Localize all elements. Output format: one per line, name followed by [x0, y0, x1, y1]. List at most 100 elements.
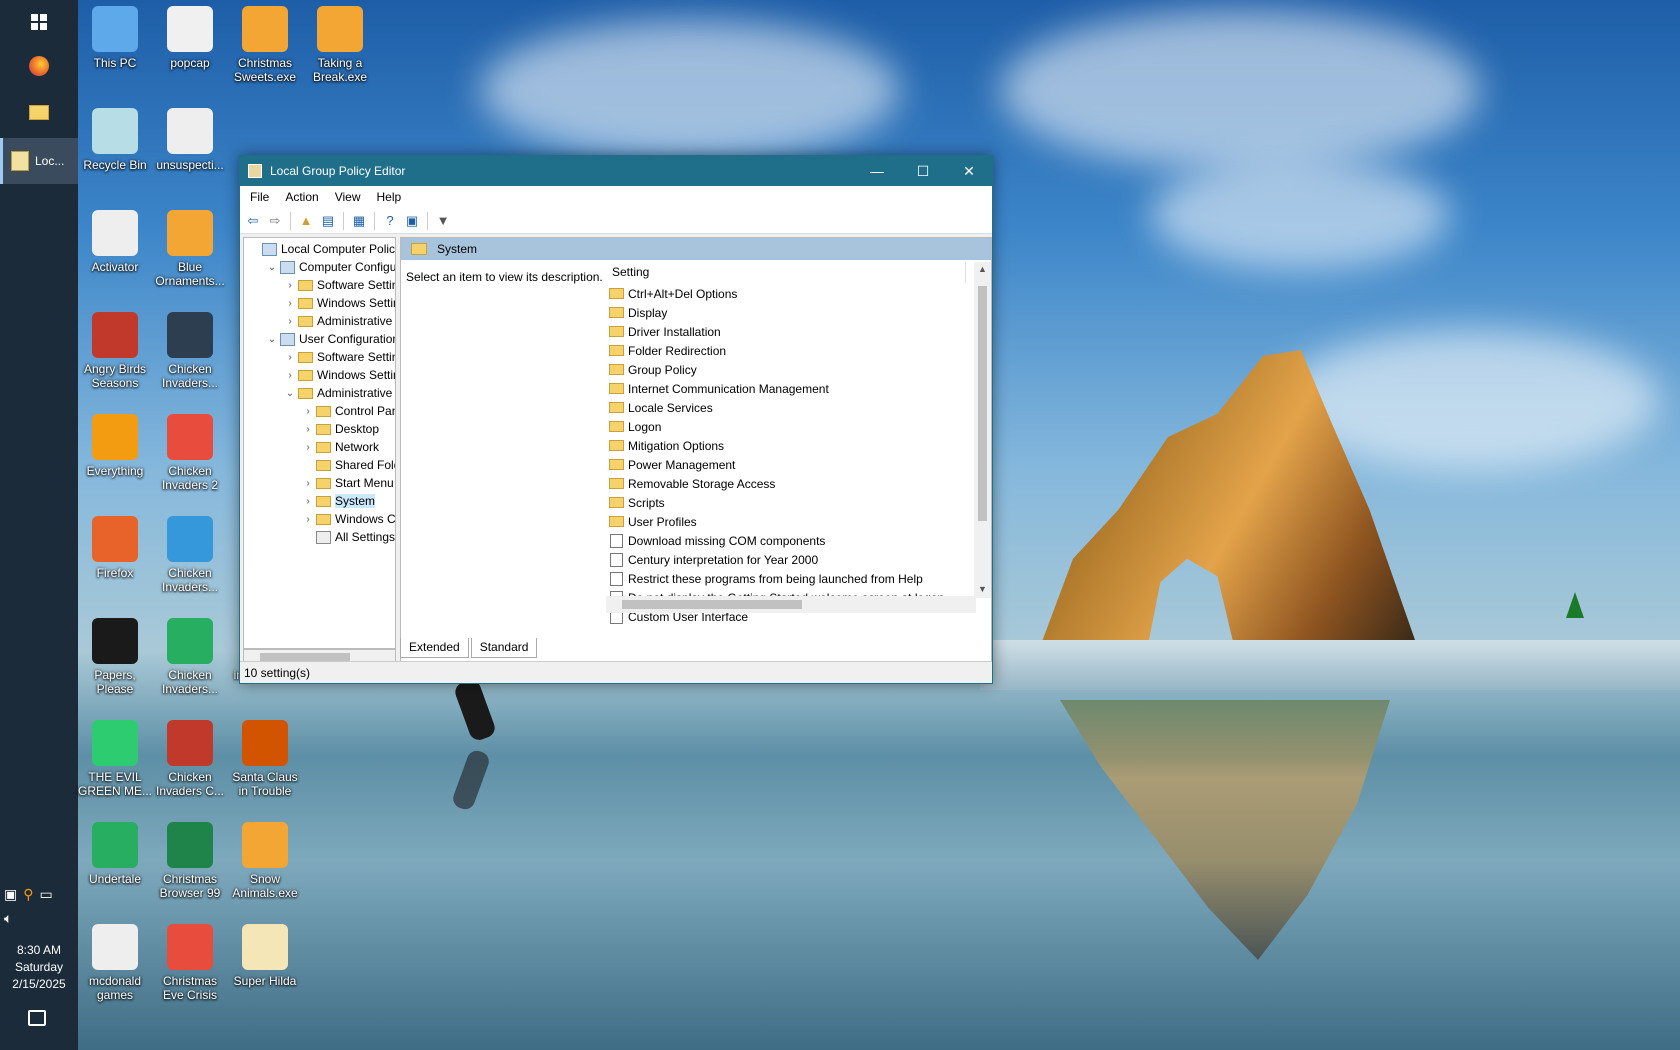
list-item[interactable]: Power Management — [606, 455, 735, 474]
expand-icon[interactable]: › — [302, 478, 314, 489]
help-icon[interactable]: ? — [381, 212, 399, 230]
expand-icon[interactable]: › — [284, 298, 296, 309]
menu-view[interactable]: View — [327, 190, 369, 204]
desktop-icon[interactable]: Christmas Eve Crisis — [153, 924, 227, 1002]
tree-node[interactable]: › System — [302, 492, 376, 510]
tree-node[interactable]: › Control Panel — [302, 402, 395, 420]
tab-standard[interactable]: Standard — [470, 638, 538, 658]
title-bar[interactable]: Local Group Policy Editor — ☐ ✕ — [240, 156, 992, 186]
export-list-icon[interactable]: ▦ — [350, 212, 368, 230]
menu-action[interactable]: Action — [277, 190, 326, 204]
list-item[interactable]: Mitigation Options — [606, 436, 724, 455]
tree-node[interactable]: › Software Settings — [284, 276, 395, 294]
filter-icon[interactable]: ▼ — [434, 212, 452, 230]
desktop-icon[interactable]: Papers, Please — [78, 618, 152, 696]
desktop-icon[interactable]: Santa Claus in Trouble — [228, 720, 302, 798]
tree-node[interactable]: ⌄ Administrative Te — [284, 384, 395, 402]
forward-icon[interactable]: ⇨ — [266, 212, 284, 230]
desktop-icon[interactable]: Christmas Sweets.exe — [228, 6, 302, 84]
list-item[interactable]: Driver Installation — [606, 322, 721, 341]
tree-node[interactable]: › Windows Setting — [284, 366, 395, 384]
list-vertical-scrollbar[interactable]: ▲ ▼ — [974, 262, 991, 598]
list-item[interactable]: User Profiles — [606, 512, 697, 531]
list-item[interactable]: Restrict these programs from being launc… — [606, 569, 923, 588]
desktop-icon[interactable]: Chicken Invaders... — [153, 312, 227, 390]
scroll-up-icon[interactable]: ▲ — [974, 264, 991, 274]
start-button[interactable] — [0, 0, 78, 44]
expand-icon[interactable]: › — [302, 424, 314, 435]
list-item[interactable]: Locale Services — [606, 398, 713, 417]
tree-node[interactable]: Local Computer Policy — [248, 240, 395, 258]
list-item[interactable]: Group Policy — [606, 360, 697, 379]
column-header-setting[interactable]: Setting — [606, 262, 966, 282]
list-item[interactable]: Internet Communication Management — [606, 379, 829, 398]
tree-node[interactable]: › Software Settings — [284, 348, 395, 366]
expand-icon[interactable]: › — [284, 316, 296, 327]
tree-node[interactable]: › Network — [302, 438, 379, 456]
properties-icon[interactable]: ▣ — [403, 212, 421, 230]
list-item[interactable]: Folder Redirection — [606, 341, 726, 360]
menu-file[interactable]: File — [242, 190, 277, 204]
tree-node[interactable]: All Settings — [302, 528, 395, 546]
desktop-icon[interactable]: Christmas Browser 99 — [153, 822, 227, 900]
desktop-icon[interactable]: Angry Birds Seasons — [78, 312, 152, 390]
desktop-icon[interactable]: Blue Ornaments... — [153, 210, 227, 288]
close-button[interactable]: ✕ — [946, 156, 992, 186]
desktop-icon[interactable]: Taking a Break.exe — [303, 6, 377, 84]
firefox-taskbar-button[interactable] — [0, 44, 78, 88]
expand-icon[interactable]: › — [302, 406, 314, 417]
minimize-button[interactable]: — — [854, 156, 900, 186]
scrollbar-thumb[interactable] — [978, 286, 987, 521]
desktop-icon[interactable]: Super Hilda — [228, 924, 302, 988]
list-item[interactable]: Removable Storage Access — [606, 474, 775, 493]
show-hide-tree-icon[interactable]: ▤ — [319, 212, 337, 230]
expand-icon[interactable]: ⌄ — [266, 262, 278, 273]
maximize-button[interactable]: ☐ — [900, 156, 946, 186]
desktop-icon[interactable]: unsuspecti... — [153, 108, 227, 172]
list-item[interactable]: Logon — [606, 417, 661, 436]
scroll-down-icon[interactable]: ▼ — [974, 584, 991, 594]
desktop-icon[interactable]: Chicken Invaders... — [153, 516, 227, 594]
desktop-icon[interactable]: popcap — [153, 6, 227, 70]
desktop-icon[interactable]: Chicken Invaders... — [153, 618, 227, 696]
expand-icon[interactable]: ⌄ — [266, 334, 278, 345]
desktop-icon[interactable]: Undertale — [78, 822, 152, 886]
list-item[interactable]: Display — [606, 303, 667, 322]
desktop-icon[interactable]: Snow Animals.exe — [228, 822, 302, 900]
expand-icon[interactable]: › — [302, 514, 314, 525]
tray-app-icon[interactable]: ▣ — [4, 886, 17, 903]
tree-node[interactable]: › Desktop — [302, 420, 379, 438]
list-item[interactable]: Century interpretation for Year 2000 — [606, 550, 818, 569]
desktop-icon[interactable]: Recycle Bin — [78, 108, 152, 172]
search-everything-icon[interactable]: ⚲ — [23, 886, 33, 903]
expand-icon[interactable]: › — [284, 370, 296, 381]
clock[interactable]: 8:30 AM Saturday 2/15/2025 — [0, 942, 78, 993]
tree-node[interactable]: ⌄ User Configuration — [266, 330, 395, 348]
tree-node[interactable]: ⌄ Computer Configura — [266, 258, 395, 276]
expand-icon[interactable]: › — [284, 352, 296, 363]
notification-center-icon[interactable] — [28, 1010, 46, 1026]
network-icon[interactable]: ▭ — [40, 886, 53, 903]
list-item[interactable]: Download missing COM components — [606, 531, 825, 550]
menu-help[interactable]: Help — [369, 190, 410, 204]
tab-extended[interactable]: Extended — [400, 638, 469, 658]
tree-node[interactable]: Shared Folder — [302, 456, 395, 474]
desktop-icon[interactable]: Everything — [78, 414, 152, 478]
expand-icon[interactable]: › — [302, 496, 314, 507]
volume-icon[interactable]: 🔈︎ — [4, 910, 12, 927]
up-folder-icon[interactable]: ▲ — [297, 212, 315, 230]
file-explorer-taskbar-button[interactable] — [0, 90, 78, 134]
desktop-icon[interactable]: Chicken Invaders C... — [153, 720, 227, 798]
list-item[interactable]: Ctrl+Alt+Del Options — [606, 284, 737, 303]
desktop-icon[interactable]: mcdonald games — [78, 924, 152, 1002]
list-item[interactable]: Scripts — [606, 493, 665, 512]
expand-icon[interactable]: › — [284, 280, 296, 291]
desktop-icon[interactable]: Activator — [78, 210, 152, 274]
expand-icon[interactable]: ⌄ — [284, 388, 296, 399]
tree-node[interactable]: › Administrative Te — [284, 312, 395, 330]
desktop-icon[interactable]: This PC — [78, 6, 152, 70]
list-horizontal-scrollbar[interactable] — [606, 596, 976, 613]
tree-node[interactable]: › Windows Cor — [302, 510, 395, 528]
desktop-icon[interactable]: Chicken Invaders 2 — [153, 414, 227, 492]
back-icon[interactable]: ⇦ — [244, 212, 262, 230]
